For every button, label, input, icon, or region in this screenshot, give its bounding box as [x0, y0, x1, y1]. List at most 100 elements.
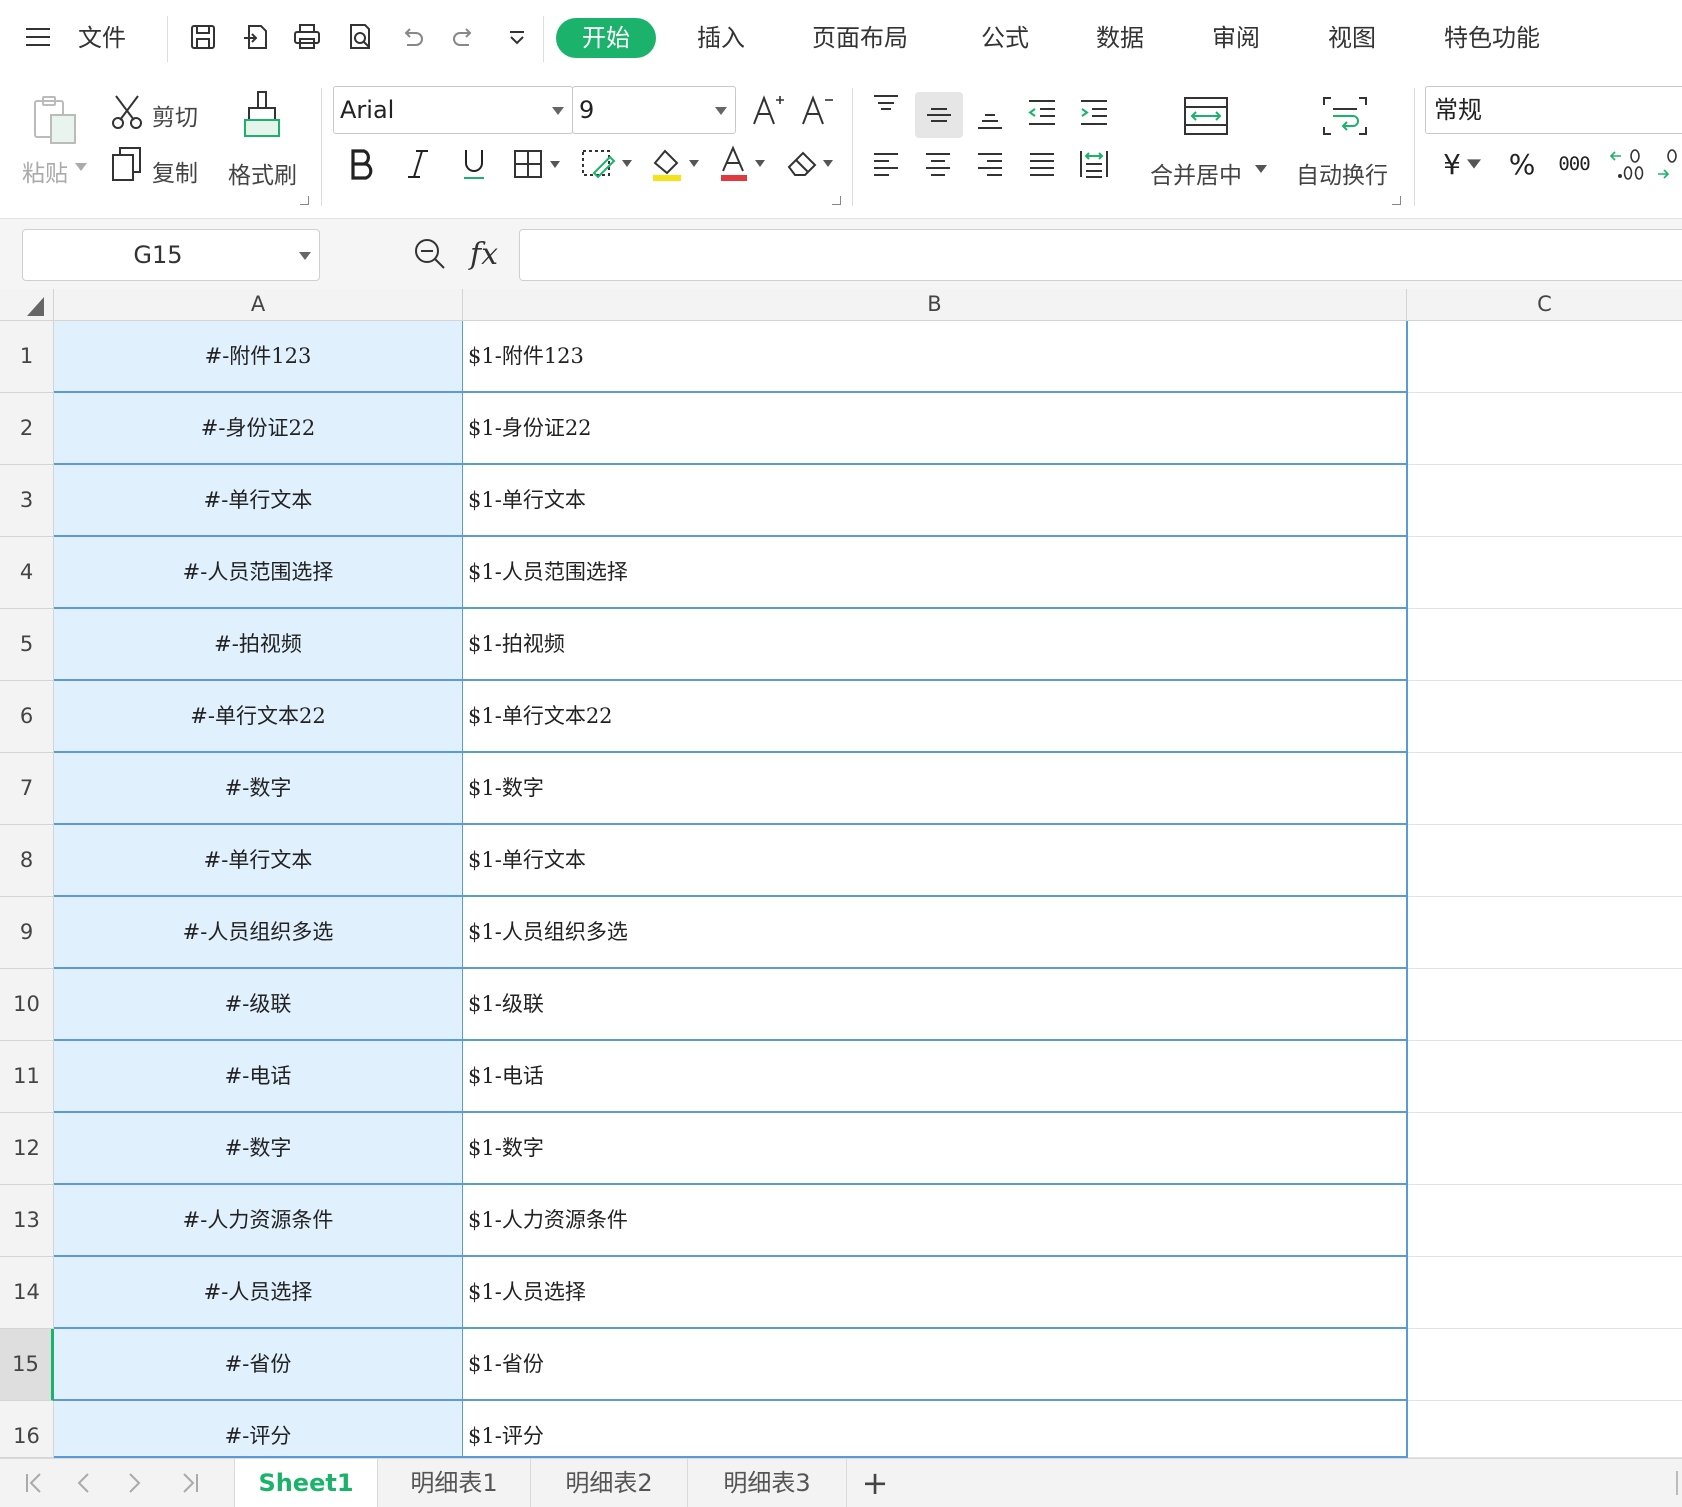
cell-b[interactable]: $1-数字 [463, 1113, 1408, 1185]
cell-b[interactable]: $1-级联 [463, 969, 1408, 1041]
cell-b[interactable]: $1-单行文本22 [463, 681, 1408, 753]
cell-b[interactable]: $1-人员组织多选 [463, 897, 1408, 969]
cell-b[interactable]: $1-身份证22 [463, 393, 1408, 465]
cell-c[interactable] [1408, 681, 1682, 753]
decrease-decimal-icon[interactable] [1656, 144, 1682, 184]
cell-c[interactable] [1408, 1257, 1682, 1329]
cell-a[interactable]: #-数字 [54, 753, 463, 825]
row-header[interactable]: 15 [0, 1329, 54, 1401]
tab-data[interactable]: 数据 [1096, 18, 1144, 58]
sheet-tab-detail1[interactable]: 明细表1 [378, 1459, 531, 1507]
align-right-icon[interactable] [970, 144, 1010, 184]
cell-b[interactable]: $1-单行文本 [463, 825, 1408, 897]
wrap-text-button[interactable]: 自动换行 [1296, 156, 1388, 190]
paste-button[interactable]: 粘贴 [22, 154, 68, 188]
row-header[interactable]: 1 [0, 321, 54, 393]
distributed-align-icon[interactable] [1074, 144, 1114, 184]
increase-font-size-icon[interactable] [748, 90, 788, 130]
tab-view[interactable]: 视图 [1328, 18, 1376, 58]
cell-fill-style-icon[interactable] [578, 144, 638, 184]
hamburger-menu-icon[interactable] [18, 17, 58, 57]
file-menu[interactable]: 文件 [78, 18, 126, 58]
cell-c[interactable] [1408, 321, 1682, 393]
row-header[interactable]: 8 [0, 825, 54, 897]
column-header-b[interactable]: B [463, 289, 1407, 321]
insert-function-icon[interactable]: fx [462, 233, 506, 275]
column-header-a[interactable]: A [54, 289, 463, 321]
format-painter-icon[interactable] [238, 88, 286, 142]
tab-special-features[interactable]: 特色功能 [1444, 18, 1540, 58]
undo-icon[interactable] [392, 17, 432, 57]
align-bottom-icon[interactable] [970, 96, 1010, 136]
first-sheet-icon[interactable] [14, 1467, 54, 1499]
add-sheet-button[interactable]: + [847, 1459, 903, 1507]
alignment-group-expand[interactable] [1392, 196, 1401, 205]
underline-icon[interactable] [454, 144, 494, 184]
tab-insert[interactable]: 插入 [697, 18, 745, 58]
cell-b[interactable]: $1-附件123 [463, 321, 1408, 393]
cell-b[interactable]: $1-省份 [463, 1329, 1408, 1401]
print-preview-icon[interactable] [340, 17, 380, 57]
cell-c[interactable] [1408, 609, 1682, 681]
decrease-font-size-icon[interactable] [797, 90, 837, 130]
increase-indent-icon[interactable] [1074, 92, 1114, 132]
cut-button[interactable]: 剪切 [152, 98, 198, 132]
cell-c[interactable] [1408, 969, 1682, 1041]
cell-c[interactable] [1408, 537, 1682, 609]
italic-icon[interactable] [398, 144, 438, 184]
align-left-icon[interactable] [866, 144, 906, 184]
cell-a[interactable]: #-单行文本 [54, 465, 463, 537]
sheet-tab-detail3[interactable]: 明细表3 [688, 1459, 847, 1507]
row-header[interactable]: 9 [0, 897, 54, 969]
row-header[interactable]: 13 [0, 1185, 54, 1257]
prev-sheet-icon[interactable] [64, 1467, 104, 1499]
paste-dropdown-icon[interactable] [74, 160, 88, 174]
cell-a[interactable]: #-身份证22 [54, 393, 463, 465]
percent-format-icon[interactable]: % [1502, 144, 1542, 184]
row-header[interactable]: 12 [0, 1113, 54, 1185]
font-color-icon[interactable] [716, 142, 774, 186]
tab-home[interactable]: 开始 [556, 18, 656, 58]
column-header-c[interactable]: C [1407, 289, 1682, 321]
quick-access-more-icon[interactable] [497, 17, 537, 57]
copy-icon[interactable] [108, 144, 146, 184]
cell-c[interactable] [1408, 465, 1682, 537]
cell-a[interactable]: #-单行文本 [54, 825, 463, 897]
cell-a[interactable]: #-数字 [54, 1113, 463, 1185]
cell-b[interactable]: $1-评分 [463, 1401, 1408, 1458]
cut-icon[interactable] [108, 92, 146, 132]
tab-review[interactable]: 审阅 [1212, 18, 1260, 58]
cell-c[interactable] [1408, 897, 1682, 969]
cell-b[interactable]: $1-人力资源条件 [463, 1185, 1408, 1257]
font-group-expand[interactable] [832, 196, 841, 205]
cell-a[interactable]: #-附件123 [54, 321, 463, 393]
row-header[interactable]: 5 [0, 609, 54, 681]
merge-center-icon[interactable] [1178, 92, 1234, 140]
zoom-formula-icon[interactable] [410, 233, 450, 275]
cell-c[interactable] [1408, 825, 1682, 897]
row-header[interactable]: 10 [0, 969, 54, 1041]
cell-a[interactable]: #-电话 [54, 1041, 463, 1113]
cell-c[interactable] [1408, 1041, 1682, 1113]
row-header[interactable]: 2 [0, 393, 54, 465]
next-sheet-icon[interactable] [114, 1467, 154, 1499]
cell-b[interactable]: $1-拍视频 [463, 609, 1408, 681]
justify-icon[interactable] [1022, 144, 1062, 184]
font-size-select[interactable]: 9 [572, 86, 736, 134]
tab-formulas[interactable]: 公式 [981, 18, 1029, 58]
bold-icon[interactable] [342, 144, 382, 184]
cell-b[interactable]: $1-人员选择 [463, 1257, 1408, 1329]
cell-b[interactable]: $1-单行文本 [463, 465, 1408, 537]
tab-page-layout[interactable]: 页面布局 [812, 18, 908, 58]
cell-a[interactable]: #-评分 [54, 1401, 463, 1458]
cell-a[interactable]: #-级联 [54, 969, 463, 1041]
format-painter-button[interactable]: 格式刷 [228, 156, 297, 190]
save-icon[interactable] [183, 17, 223, 57]
select-all-corner[interactable] [0, 289, 54, 321]
merge-center-dropdown-icon[interactable] [1254, 162, 1268, 176]
clear-format-icon[interactable] [784, 142, 842, 186]
cell-c[interactable] [1408, 393, 1682, 465]
font-family-select[interactable]: Arial [333, 86, 573, 134]
align-center-icon[interactable] [918, 144, 958, 184]
sheet-tab-sheet1[interactable]: Sheet1 [235, 1459, 378, 1507]
